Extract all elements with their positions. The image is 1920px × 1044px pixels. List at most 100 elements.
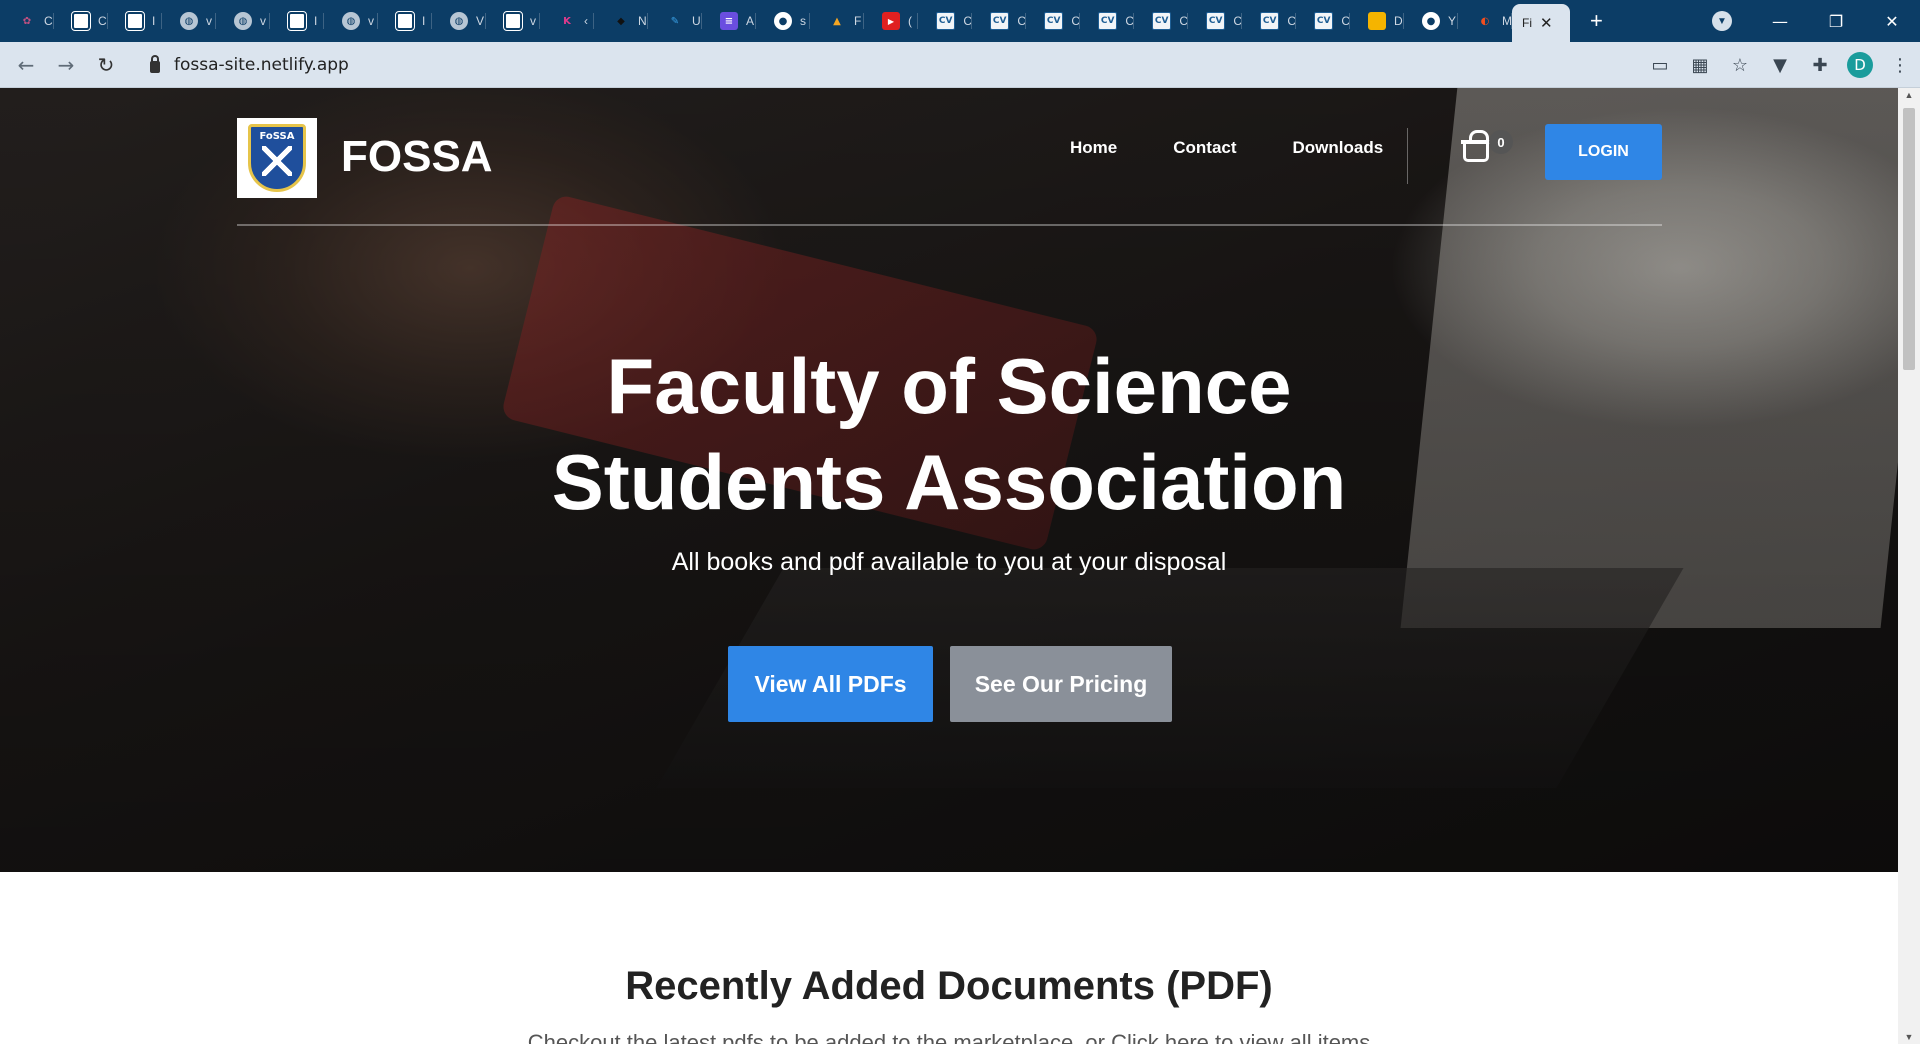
scrollbar-thumb[interactable] <box>1903 108 1915 370</box>
browser-tab[interactable]: I <box>270 0 324 42</box>
cv-icon: CV <box>1206 12 1226 30</box>
browser-tab[interactable]: ◆ N <box>594 0 648 42</box>
close-window-icon[interactable]: ✕ <box>1864 12 1920 31</box>
tab-label: C <box>1017 14 1026 28</box>
browser-tab[interactable]: I <box>108 0 162 42</box>
browser-tab[interactable]: CV C <box>918 0 972 42</box>
browser-tab[interactable]: CV C <box>1296 0 1350 42</box>
elephant-icon: ◆ <box>617 15 625 27</box>
browser-tab[interactable]: K ‹ <box>540 0 594 42</box>
browser-tab[interactable]: CV C <box>972 0 1026 42</box>
lock-icon[interactable] <box>150 55 160 73</box>
browser-tab[interactable]: C <box>54 0 108 42</box>
browser-tab[interactable]: ◍ v <box>162 0 216 42</box>
image-icon <box>395 11 415 31</box>
github-icon: ● <box>774 12 792 30</box>
browser-toolbar: ← → ↻ fossa-site.netlify.app ▭ ▦ ☆ ▼ ✚ D… <box>0 42 1920 88</box>
tab-label: ‹ <box>584 14 588 28</box>
hero-title-text: Faculty of Science Students Association <box>551 342 1347 526</box>
tab-strip: ✿ C C I ◍ v ◍ v I ◍ v I ◍ Vv K ‹ ◆ N ✎ U ≡ A ● s ▲ F ▶(CV C CV C CV C CV… <box>0 0 1920 42</box>
tab-label: s <box>800 14 806 28</box>
browser-tab[interactable]: ● s <box>756 0 810 42</box>
view-all-pdfs-button[interactable]: View All PDFs <box>728 646 933 722</box>
tab-label: C <box>963 14 972 28</box>
restore-icon[interactable]: ❐ <box>1808 12 1864 31</box>
cv-icon: CV <box>1152 12 1172 30</box>
nav-links: Home Contact Downloads <box>1070 138 1439 158</box>
navbar-divider-line <box>237 224 1662 226</box>
vue-devtools-icon[interactable]: ▼ <box>1760 55 1800 76</box>
browser-tab[interactable]: ✎ U <box>648 0 702 42</box>
section-title: Recently Added Documents (PDF) <box>625 964 1273 1008</box>
figma-icon: ◐ <box>1480 15 1490 27</box>
tab-label: C <box>1071 14 1080 28</box>
hero-section: FoSSA FOSSA Home Contact Downloads 0 LOG… <box>0 88 1898 872</box>
browser-tab[interactable]: ✿ C <box>0 0 54 42</box>
tab-label: D <box>1394 14 1403 28</box>
qr-code-icon[interactable]: ▦ <box>1680 55 1720 76</box>
profile-avatar[interactable]: D <box>1847 52 1873 78</box>
list-icon: ≡ <box>720 12 738 30</box>
url-text[interactable]: fossa-site.netlify.app <box>174 55 349 75</box>
browser-tab[interactable]: ▲ F <box>810 0 864 42</box>
browser-tab[interactable]: CV C <box>1134 0 1188 42</box>
page-viewport: FoSSA FOSSA Home Contact Downloads 0 LOG… <box>0 88 1920 1044</box>
browser-tab[interactable]: ▶( <box>864 0 918 42</box>
nav-contact[interactable]: Contact <box>1173 138 1236 158</box>
tab-label: I <box>152 14 156 28</box>
tab-label: I <box>314 14 318 28</box>
globe-icon: ◍ <box>180 12 198 30</box>
nav-home[interactable]: Home <box>1070 138 1117 158</box>
tab-search-icon[interactable]: ▼ <box>1712 11 1732 31</box>
browser-tab[interactable]: ≡ A <box>702 0 756 42</box>
tab-label: M <box>1502 14 1512 28</box>
reload-icon[interactable]: ↻ <box>86 53 126 77</box>
browser-tab[interactable]: CV C <box>1026 0 1080 42</box>
brand-name[interactable]: FOSSA <box>341 132 493 182</box>
menu-kebab-icon[interactable]: ⋮ <box>1880 55 1920 76</box>
browser-tab[interactable]: ◍ v <box>216 0 270 42</box>
minimize-icon[interactable]: — <box>1752 12 1808 31</box>
window-controls: — ❐ ✕ <box>1752 0 1920 42</box>
browser-tab[interactable]: ■ D <box>1350 0 1404 42</box>
see-pricing-button[interactable]: See Our Pricing <box>950 646 1172 722</box>
page-scrollbar[interactable]: ▲ ▼ <box>1898 88 1920 1044</box>
tab-list: ✿ C C I ◍ v ◍ v I ◍ v I ◍ Vv K ‹ ◆ N ✎ U ≡ A ● s ▲ F ▶(CV C CV C CV C CV… <box>0 0 1512 42</box>
tab-label: v <box>368 14 374 28</box>
browser-tab[interactable]: CV C <box>1242 0 1296 42</box>
globe-icon: ◍ <box>450 12 468 30</box>
close-tab-icon[interactable]: ✕ <box>1540 14 1553 32</box>
scroll-down-icon[interactable]: ▼ <box>1898 1032 1920 1042</box>
section-subtitle: Checkout the latest pdfs to be added to … <box>527 1030 1371 1044</box>
bookmark-star-icon[interactable]: ☆ <box>1720 55 1760 76</box>
address-bar[interactable]: fossa-site.netlify.app <box>138 48 1628 82</box>
globe-icon: ◍ <box>234 12 252 30</box>
site-logo[interactable]: FoSSA <box>237 118 317 198</box>
tab-label: C <box>1125 14 1134 28</box>
tab-label: F <box>854 14 862 28</box>
youtube-icon: ▶ <box>882 12 900 30</box>
browser-tab[interactable]: CV C <box>1080 0 1134 42</box>
browser-tab[interactable]: ● Y <box>1404 0 1458 42</box>
logo-text: FoSSA <box>259 131 295 142</box>
tab-active[interactable]: Fi ✕ <box>1512 4 1570 42</box>
tab-label: ( <box>908 14 912 28</box>
back-icon[interactable]: ← <box>6 53 46 77</box>
shield-logo-icon: FoSSA <box>248 124 306 192</box>
nav-downloads[interactable]: Downloads <box>1293 138 1384 158</box>
tab-label: C <box>1179 14 1188 28</box>
cast-icon[interactable]: ▭ <box>1640 55 1680 76</box>
extensions-icon[interactable]: ✚ <box>1800 55 1840 76</box>
forward-icon[interactable]: → <box>46 53 86 77</box>
browser-tab[interactable]: ◍ v <box>324 0 378 42</box>
tab-label: U <box>692 14 701 28</box>
new-tab-button[interactable]: + <box>1590 8 1603 34</box>
browser-tab[interactable]: ◐ M <box>1458 0 1512 42</box>
browser-tab[interactable]: CV C <box>1188 0 1242 42</box>
login-button[interactable]: LOGIN <box>1545 124 1662 180</box>
browser-tab[interactable]: v <box>486 0 540 42</box>
scroll-up-icon[interactable]: ▲ <box>1898 90 1920 100</box>
browser-tab[interactable]: ◍ V <box>432 0 486 42</box>
sticky-icon: ■ <box>1368 12 1386 30</box>
browser-tab[interactable]: I <box>378 0 432 42</box>
